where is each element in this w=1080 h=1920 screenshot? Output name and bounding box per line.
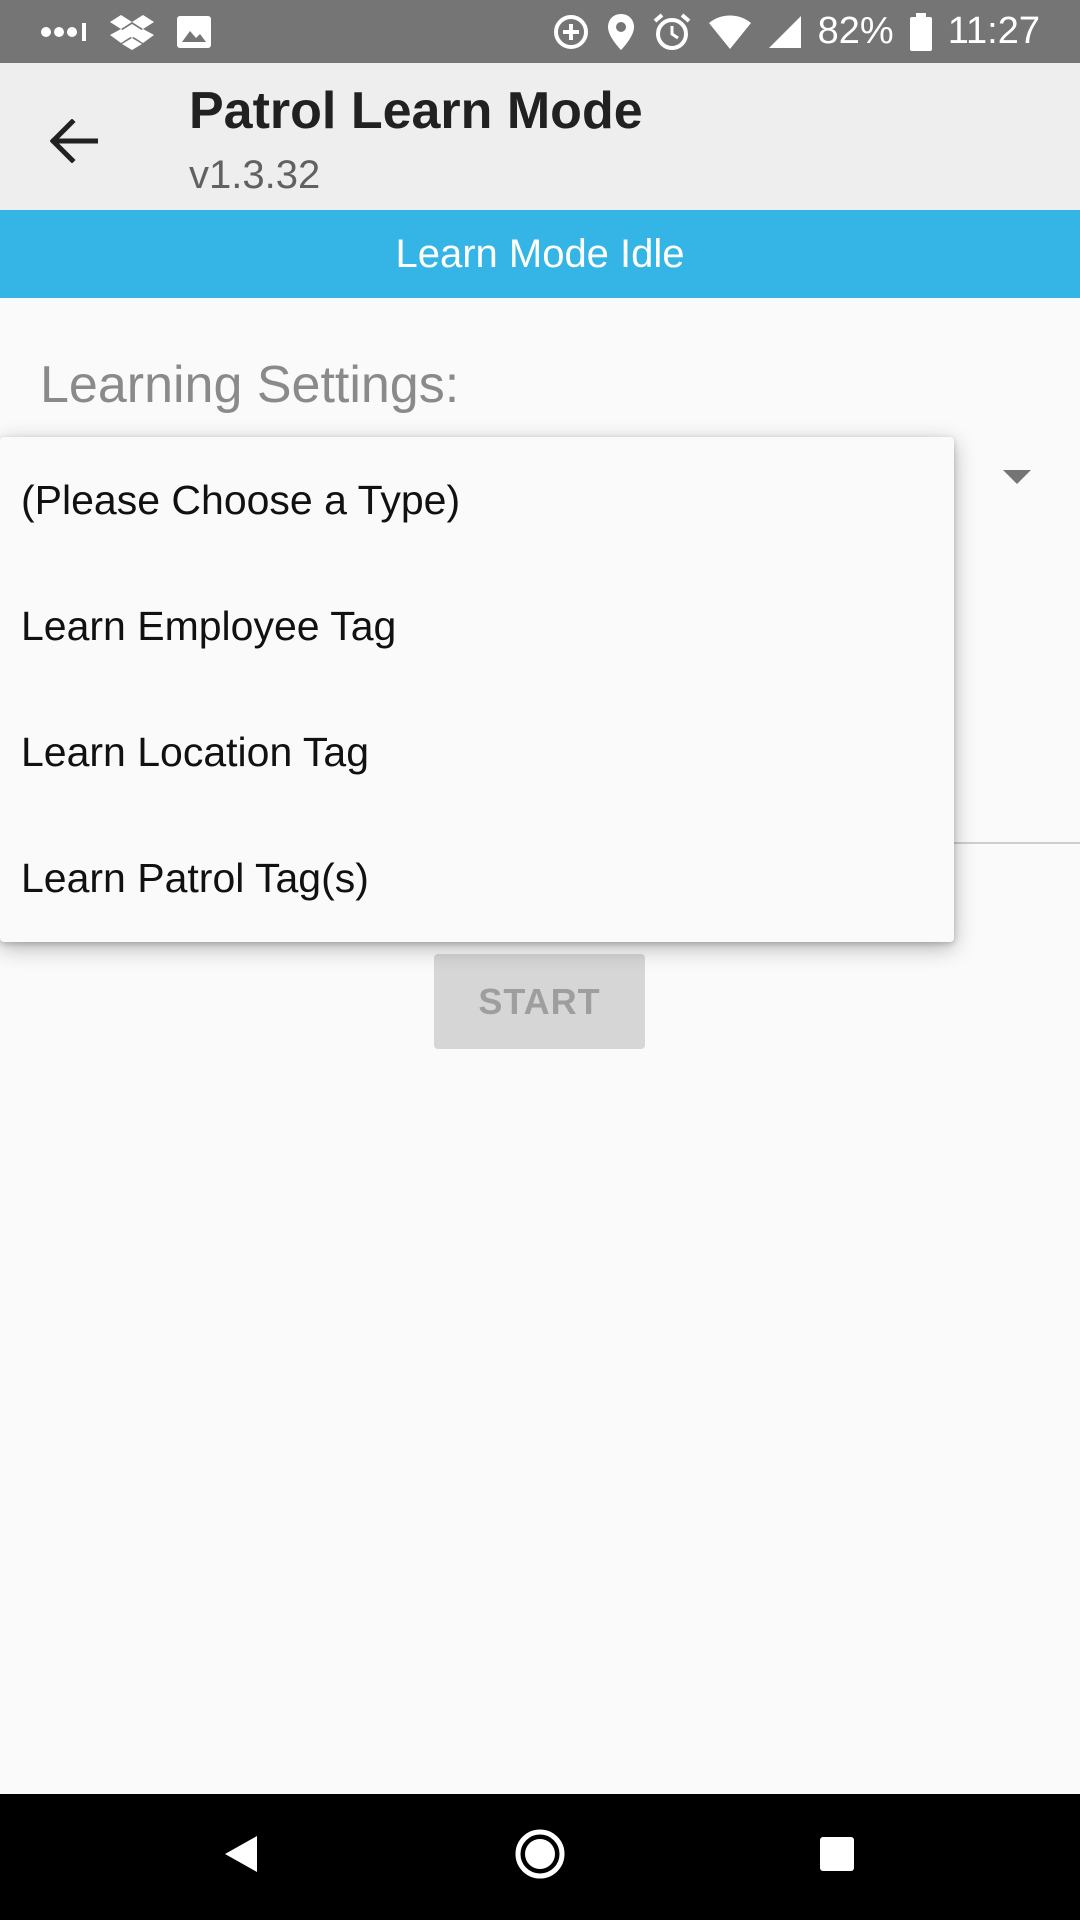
nav-back-button[interactable] (209, 1824, 273, 1888)
navigation-bar (0, 1794, 1080, 1920)
app-bar: Patrol Learn Mode v1.3.32 (0, 63, 1080, 210)
dropdown-option-employee-tag[interactable]: Learn Employee Tag (0, 563, 954, 689)
data-saver-icon (552, 13, 590, 51)
learn-type-dropdown-menu: (Please Choose a Type) Learn Employee Ta… (0, 437, 954, 942)
nav-recents-button[interactable] (805, 1824, 869, 1888)
status-bar: 82% 11:27 (0, 0, 1080, 63)
arrow-back-icon (49, 117, 99, 168)
battery-icon (909, 12, 932, 51)
nav-back-icon (223, 1834, 259, 1879)
learning-settings-label: Learning Settings: (40, 356, 460, 414)
version-subtitle: v1.3.32 (189, 153, 321, 197)
dropdown-arrow-icon[interactable] (1003, 470, 1031, 484)
page-title: Patrol Learn Mode (189, 82, 643, 140)
nav-recents-icon (818, 1835, 856, 1878)
image-icon (176, 15, 212, 49)
cell-signal-icon (768, 15, 802, 49)
learn-mode-status-banner: Learn Mode Idle (0, 210, 1080, 298)
back-button[interactable] (34, 103, 114, 183)
wifi-icon (708, 14, 752, 50)
start-button[interactable]: START (434, 954, 645, 1049)
battery-percentage: 82% (817, 10, 894, 52)
nav-home-icon (514, 1828, 566, 1885)
dropdown-option-location-tag[interactable]: Learn Location Tag (0, 689, 954, 815)
location-icon (606, 13, 636, 51)
dropdown-option-choose-type[interactable]: (Please Choose a Type) (0, 437, 954, 563)
dropbox-icon (110, 13, 154, 51)
dropdown-option-patrol-tags[interactable]: Learn Patrol Tag(s) (0, 815, 954, 941)
clock: 11:27 (947, 10, 1040, 52)
signal-dots-icon (40, 22, 88, 42)
nav-home-button[interactable] (508, 1824, 572, 1888)
alarm-icon (652, 12, 692, 52)
